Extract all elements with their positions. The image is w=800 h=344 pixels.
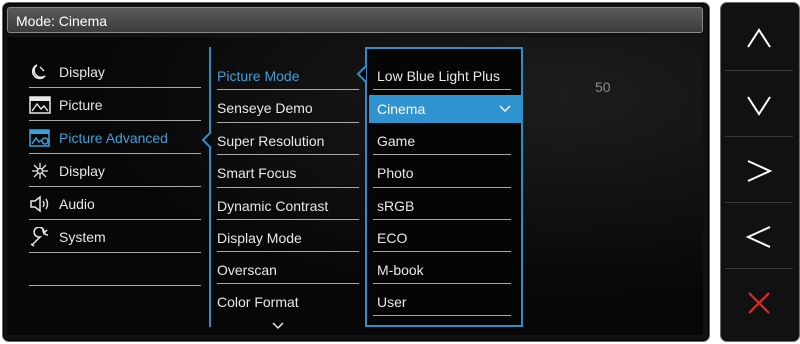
- option-game[interactable]: Game: [377, 128, 517, 154]
- down-chevron-icon: [747, 96, 771, 116]
- menu-item-display-2[interactable]: Display: [29, 158, 201, 184]
- speaker-icon: [29, 194, 51, 214]
- picture-advanced-icon: [29, 128, 51, 148]
- column-divider: [209, 47, 211, 327]
- mode-header: Mode: Cinema: [7, 7, 703, 33]
- menu-item-audio[interactable]: Audio: [29, 191, 201, 217]
- exit-button[interactable]: [725, 271, 793, 335]
- display-sparkle-icon: [29, 161, 51, 181]
- submenu-item-picture-mode[interactable]: Picture Mode: [217, 63, 357, 89]
- option-cinema[interactable]: Cinema: [369, 95, 521, 123]
- menu-body: Display Picture Picture Advanced Display…: [7, 37, 703, 335]
- menu-item-display[interactable]: Display: [29, 59, 201, 85]
- submenu-item-dynamic-contrast[interactable]: Dynamic Contrast: [217, 193, 357, 219]
- option-photo[interactable]: Photo: [377, 160, 517, 186]
- option-srgb[interactable]: sRGB: [377, 193, 517, 219]
- left-button[interactable]: [725, 205, 793, 269]
- option-low-blue-light-plus[interactable]: Low Blue Light Plus: [377, 63, 517, 89]
- chevron-down-icon: [499, 95, 511, 132]
- selection-pointer: [201, 131, 212, 149]
- submenu-item-senseye-demo[interactable]: Senseye Demo: [217, 95, 357, 121]
- down-button[interactable]: [725, 73, 793, 137]
- osd-menu-panel: Mode: Cinema Display Picture Picture Adv…: [2, 2, 710, 342]
- close-icon: [748, 292, 770, 314]
- up-button[interactable]: [725, 7, 793, 71]
- chevron-down-icon[interactable]: [271, 321, 285, 330]
- wrench-icon: [29, 226, 51, 247]
- up-chevron-icon: [747, 28, 771, 48]
- option-eco[interactable]: ECO: [377, 225, 517, 251]
- option-m-book[interactable]: M-book: [377, 257, 517, 283]
- submenu-item-overscan[interactable]: Overscan: [217, 257, 357, 283]
- options-pointer: [356, 65, 367, 83]
- menu-item-picture-advanced[interactable]: Picture Advanced: [29, 125, 201, 151]
- right-button[interactable]: [725, 139, 793, 203]
- control-key-panel: [720, 2, 800, 342]
- right-chevron-icon: [747, 160, 773, 182]
- submenu-item-display-mode[interactable]: Display Mode: [217, 225, 357, 251]
- menu-item-picture[interactable]: Picture: [29, 92, 201, 118]
- setting-value: 50: [595, 79, 611, 95]
- option-user[interactable]: User: [377, 289, 517, 315]
- moon-icon: [29, 62, 51, 82]
- submenu-item-super-resolution[interactable]: Super Resolution: [217, 128, 357, 154]
- submenu-item-smart-focus[interactable]: Smart Focus: [217, 160, 357, 186]
- left-chevron-icon: [745, 226, 771, 248]
- menu-item-system[interactable]: System: [29, 224, 201, 250]
- submenu-item-color-format[interactable]: Color Format: [217, 289, 357, 315]
- picture-icon: [29, 95, 51, 115]
